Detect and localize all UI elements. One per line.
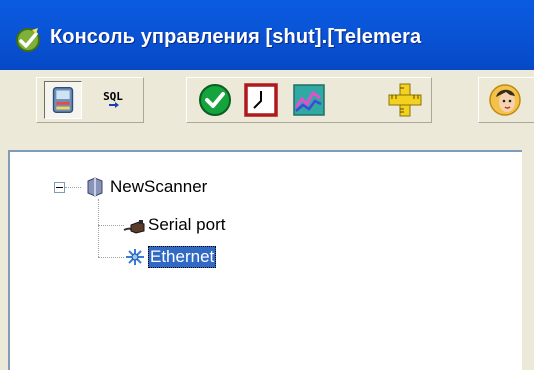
ruler-button[interactable] [386,81,424,119]
serial-port-icon [122,214,148,236]
check-icon [196,81,234,119]
tree-connector [98,199,100,257]
tree-node-newscanner[interactable]: NewScanner [84,176,207,198]
tree-connector [98,225,124,227]
user-avatar-button[interactable] [486,81,524,119]
tree-panel[interactable]: NewScanner Serial port Ethernet [8,150,522,370]
check-button[interactable] [196,81,234,119]
tree-node-serial-port[interactable]: Serial port [122,214,225,236]
chart-icon [290,81,328,119]
ruler-icon [386,81,424,119]
tree-node-ethernet[interactable]: Ethernet [122,246,217,268]
sql-button[interactable]: SQL [94,81,132,119]
title-bar[interactable]: Консоль управления [shut].[Telemera [0,0,534,70]
clock-icon [242,81,280,119]
tree-connector [65,187,81,189]
tree-label-root: NewScanner [110,177,208,196]
tree-label-serial-port: Serial port [148,215,226,234]
chart-button[interactable] [290,81,328,119]
ethernet-icon [122,246,148,268]
toolbar: SQL [0,70,534,132]
tree-label-ethernet: Ethernet [148,246,217,268]
device-icon [45,82,81,118]
sql-icon: SQL [94,81,132,119]
app-check-icon [14,26,42,54]
scanner-icon [84,176,110,198]
device-button[interactable] [44,81,82,119]
window-title: Консоль управления [shut].[Telemera [50,26,422,48]
clock-button[interactable] [242,81,280,119]
user-avatar-icon [486,81,524,119]
sql-icon-label: SQL [103,90,123,103]
collapse-toggle[interactable] [54,182,65,193]
tree-connector [98,257,124,259]
